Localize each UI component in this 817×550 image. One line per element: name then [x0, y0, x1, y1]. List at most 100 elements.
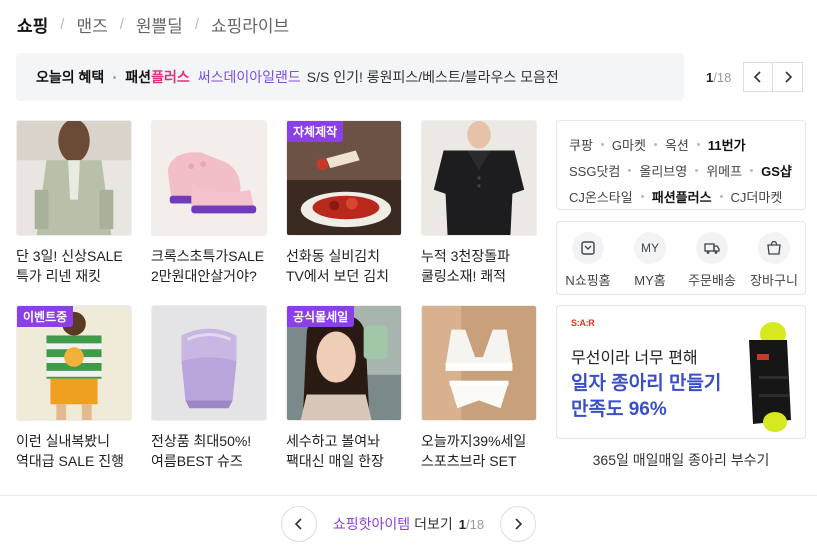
- ad-caption[interactable]: 365일 매일매일 종아리 부수기: [556, 450, 806, 470]
- tab-mens[interactable]: 맨즈: [76, 12, 107, 37]
- promo-pager: 1/18: [706, 62, 804, 92]
- separator-dot: [628, 168, 632, 172]
- mall-link[interactable]: G마켓: [612, 135, 646, 154]
- quick-link-label: 주문배송: [688, 273, 736, 288]
- product-card[interactable]: 전상품 최대50%! 여름BEST 슈즈: [151, 305, 267, 471]
- ad-logo: S:A:R: [571, 318, 595, 328]
- promo-label: 오늘의 혜택: [36, 69, 105, 85]
- product-card[interactable]: 자체제작 선화동 실비김치 TV에서 보던 김치: [286, 120, 402, 286]
- product-title-line1[interactable]: 세수하고 볼여놔: [286, 431, 402, 451]
- product-title-line2[interactable]: 스포츠브라 SET: [421, 451, 537, 471]
- quick-links: N쇼핑홈 MY MY홈 주문배송 장바구니: [556, 221, 806, 295]
- chevron-right-icon: [785, 71, 792, 83]
- product-title-line2[interactable]: 특가 리넨 재킷: [16, 266, 132, 286]
- product-card[interactable]: 크록스초특가SALE 2만원대안살거야?: [151, 120, 267, 286]
- product-image[interactable]: [16, 120, 132, 236]
- product-card[interactable]: 누적 3천장돌파 쿨링소재! 쾌적: [421, 120, 537, 286]
- promo-store-link[interactable]: 써스데이아일랜드: [198, 67, 301, 87]
- product-card[interactable]: 오늘까지39%세일 스포츠브라 SET: [421, 305, 537, 471]
- separator-dot: [600, 142, 604, 146]
- product-title-line1[interactable]: 크록스초특가SALE: [151, 246, 267, 266]
- nshopping-home-link[interactable]: N쇼핑홈: [558, 232, 618, 294]
- mall-row: SSG닷컴 올리브영 위메프 GS샵: [569, 157, 795, 183]
- tab-shopping[interactable]: 쇼핑: [17, 12, 48, 37]
- next-button[interactable]: [773, 62, 804, 92]
- calf-massager-image: [749, 322, 791, 432]
- product-title-line2[interactable]: 2만원대안살거야?: [151, 266, 267, 286]
- separator-dot: [653, 142, 657, 146]
- product-card[interactable]: 이벤트중 이런 실내복봤니 역대급 SALE 진행: [16, 305, 132, 471]
- tab-separator: /: [194, 15, 199, 33]
- mall-link[interactable]: GS샵: [761, 161, 792, 180]
- advertisement-banner[interactable]: S:A:R 무선이라 너무 편해 일자 종아리 만들기 만족도 96%: [556, 305, 806, 439]
- promo-brand-part1: 패션: [125, 69, 152, 85]
- product-card[interactable]: 공식몰세일 세수하고 볼여놔 팩대신 매일 한장: [286, 305, 402, 471]
- product-image[interactable]: [421, 120, 537, 236]
- see-more-label: 더보기: [414, 516, 453, 532]
- prev-page-button[interactable]: [280, 506, 317, 542]
- cart-link[interactable]: 장바구니: [744, 232, 804, 294]
- next-page-button[interactable]: [500, 506, 537, 542]
- tab-one-plus-deal[interactable]: 원쁠딜: [136, 12, 183, 37]
- product-title-line1[interactable]: 전상품 최대50%!: [151, 431, 267, 451]
- hot-items-label: 쇼핑핫아이템: [332, 516, 411, 532]
- product-title-line1[interactable]: 누적 3천장돌파: [421, 246, 537, 266]
- mall-link[interactable]: 패션플러스: [652, 187, 712, 206]
- chevron-right-icon: [515, 518, 523, 530]
- shopping-tabs: 쇼핑 / 맨즈 / 원쁠딜 / 쇼핑라이브: [17, 12, 289, 36]
- hot-items-pager: 쇼핑핫아이템 더보기 1/18: [0, 505, 817, 543]
- product-title-line2[interactable]: TV에서 보던 김치: [286, 266, 402, 286]
- see-more-link[interactable]: 쇼핑핫아이템 더보기 1/18: [333, 514, 484, 534]
- product-badge: 이벤트중: [17, 306, 74, 327]
- product-image[interactable]: [151, 120, 267, 236]
- promo-brand-part2: 플러스: [151, 69, 190, 85]
- product-image[interactable]: [151, 305, 267, 421]
- mall-row: CJ온스타일 패션플러스 CJ더마켓: [569, 183, 795, 209]
- mall-link[interactable]: 옥션: [665, 135, 689, 154]
- mall-link[interactable]: SSG닷컴: [569, 161, 620, 180]
- mall-link[interactable]: 11번가: [708, 135, 746, 154]
- mall-link[interactable]: 올리브영: [639, 161, 687, 180]
- separator-dot: [113, 75, 117, 79]
- product-badge: 공식몰세일: [287, 306, 355, 327]
- product-badge: 자체제작: [287, 121, 344, 142]
- separator-dot: [719, 194, 723, 198]
- product-title-line2[interactable]: 팩대신 매일 한장: [286, 451, 402, 471]
- chevron-left-icon: [754, 71, 761, 83]
- tab-separator: /: [60, 15, 65, 33]
- mall-link[interactable]: 위메프: [706, 161, 742, 180]
- quick-link-label: MY홈: [634, 273, 666, 288]
- tab-shopping-live[interactable]: 쇼핑라이브: [211, 12, 289, 37]
- product-card[interactable]: 단 3일! 신상SALE 특가 리넨 재킷: [16, 120, 132, 286]
- product-title-line1[interactable]: 단 3일! 신상SALE: [16, 246, 132, 266]
- product-title-line1[interactable]: 선화동 실비김치: [286, 246, 402, 266]
- mall-link[interactable]: CJ온스타일: [569, 187, 633, 206]
- ad-line3: 만족도 96%: [571, 399, 667, 420]
- product-title-line1[interactable]: 이런 실내복봤니: [16, 431, 132, 451]
- product-image[interactable]: [421, 305, 537, 421]
- promo-text[interactable]: S/S 인기! 롱원피스/베스트/블라우스 모음전: [307, 67, 559, 87]
- mall-link[interactable]: 쿠팡: [569, 135, 593, 154]
- product-title-line2[interactable]: 역대급 SALE 진행: [16, 451, 132, 471]
- separator-dot: [750, 168, 754, 172]
- product-image[interactable]: 이벤트중: [16, 305, 132, 421]
- quick-link-label: 장바구니: [750, 273, 798, 288]
- product-image[interactable]: 자체제작: [286, 120, 402, 236]
- my-home-link[interactable]: MY MY홈: [620, 232, 680, 294]
- page-count: 1/18: [458, 516, 485, 532]
- mall-link[interactable]: CJ더마켓: [731, 187, 783, 206]
- order-delivery-link[interactable]: 주문배송: [682, 232, 742, 294]
- tab-separator: /: [119, 15, 124, 33]
- product-title-line2[interactable]: 쿨링소재! 쾌적: [421, 266, 537, 286]
- product-title-line1[interactable]: 오늘까지39%세일: [421, 431, 537, 451]
- product-image[interactable]: 공식몰세일: [286, 305, 402, 421]
- product-title-line2[interactable]: 여름BEST 슈즈: [151, 451, 267, 471]
- promo-banner[interactable]: 오늘의 혜택 패션 플러스 써스데이아일랜드 S/S 인기! 롱원피스/베스트/블…: [16, 53, 684, 101]
- partner-malls: 쿠팡 G마켓 옥션 11번가 SSG닷컴 올리브영 위메프 GS샵 CJ온스타일…: [556, 120, 806, 210]
- separator-dot: [696, 142, 700, 146]
- prev-button[interactable]: [743, 62, 774, 92]
- mall-row: 쿠팡 G마켓 옥션 11번가: [569, 131, 795, 157]
- chevron-left-icon: [294, 518, 302, 530]
- ad-line1: 무선이라 너무 편해: [571, 350, 698, 367]
- truck-icon: [696, 232, 728, 264]
